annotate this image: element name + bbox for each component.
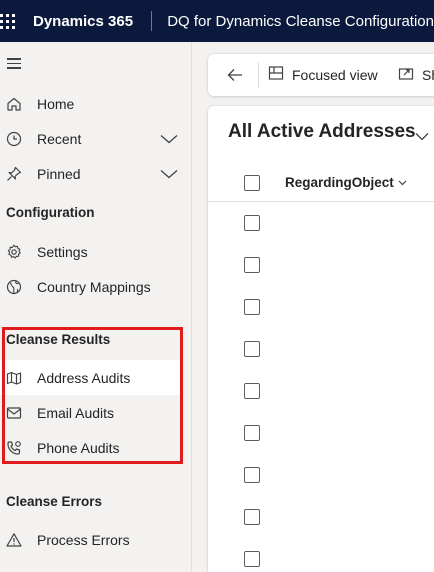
back-arrow-icon[interactable]: [226, 66, 244, 84]
section-title-cleanse-errors: Cleanse Errors: [6, 494, 103, 509]
top-bar: Dynamics 365 DQ for Dynamics Cleanse Con…: [0, 0, 434, 42]
hamburger-menu-icon[interactable]: [7, 58, 21, 72]
table-row[interactable]: [208, 412, 434, 454]
focused-view-icon: [268, 65, 284, 84]
sidebar-item-label: Pinned: [37, 165, 81, 182]
sidebar-item-label: Recent: [37, 130, 82, 147]
warning-icon: [5, 531, 23, 549]
sidebar-item-home[interactable]: Home: [0, 86, 190, 121]
column-header-regardingobject[interactable]: RegardingObject: [285, 175, 407, 190]
app-title[interactable]: DQ for Dynamics Cleanse Configuration: [167, 13, 434, 30]
brand-name[interactable]: Dynamics 365: [33, 13, 133, 30]
row-checkbox[interactable]: [244, 467, 260, 483]
sidebar-item-recent[interactable]: Recent: [0, 121, 190, 156]
sidebar-item-pinned[interactable]: Pinned: [0, 156, 190, 191]
select-all-checkbox[interactable]: [244, 175, 260, 191]
table-row[interactable]: [208, 244, 434, 286]
app-launcher-button[interactable]: [0, 0, 15, 42]
focused-view-label: Focused view: [292, 66, 378, 83]
row-checkbox[interactable]: [244, 551, 260, 567]
row-checkbox[interactable]: [244, 299, 260, 315]
sidebar-item-settings[interactable]: Settings: [0, 234, 190, 269]
sidebar-item-label: Country Mappings: [37, 278, 151, 295]
table-row[interactable]: [208, 202, 434, 244]
command-separator: [258, 62, 259, 88]
highlight-box: [2, 327, 183, 464]
row-checkbox[interactable]: [244, 425, 260, 441]
home-icon: [5, 95, 23, 113]
row-checkbox[interactable]: [244, 383, 260, 399]
row-checkbox[interactable]: [244, 257, 260, 273]
table-row[interactable]: [208, 454, 434, 496]
waffle-icon: [0, 13, 15, 29]
sidebar-item-process-errors[interactable]: Process Errors: [0, 522, 190, 557]
globe-icon: [5, 278, 23, 296]
column-header-label: RegardingObject: [285, 175, 394, 190]
view-selector-chevron-icon[interactable]: [415, 128, 429, 146]
sidebar-item-country-mappings[interactable]: Country Mappings: [0, 269, 190, 304]
clock-icon: [5, 130, 23, 148]
view-title[interactable]: All Active Addresses: [228, 121, 416, 143]
table-row[interactable]: [208, 496, 434, 538]
share-button[interactable]: Sh: [398, 65, 434, 84]
pin-icon: [5, 165, 23, 183]
section-title-configuration: Configuration: [6, 205, 95, 220]
row-checkbox[interactable]: [244, 509, 260, 525]
sidebar-item-label: Home: [37, 95, 75, 112]
sidebar-item-label: Process Errors: [37, 531, 130, 548]
row-checkbox[interactable]: [244, 341, 260, 357]
sidebar-item-label: Settings: [37, 243, 88, 260]
gear-icon: [5, 243, 23, 261]
grid-header-row: RegardingObject: [208, 164, 434, 202]
share-label: Sh: [422, 66, 434, 83]
command-bar: Focused view Sh: [208, 54, 434, 96]
share-icon: [398, 65, 414, 84]
row-checkbox[interactable]: [244, 215, 260, 231]
table-row[interactable]: [208, 286, 434, 328]
chevron-down-icon[interactable]: [160, 166, 178, 182]
focused-view-button[interactable]: Focused view: [268, 65, 378, 84]
column-chevron-down-icon: [398, 180, 407, 185]
table-row[interactable]: [208, 370, 434, 412]
main-content: Focused view Sh All Active Addresses Reg…: [192, 42, 434, 572]
table-row[interactable]: [208, 328, 434, 370]
grid-panel: All Active Addresses RegardingObject: [208, 106, 434, 572]
sidebar: Home Recent Pinned Configuration Setting…: [0, 42, 192, 572]
chevron-down-icon[interactable]: [160, 131, 178, 147]
table-row[interactable]: [208, 538, 434, 572]
